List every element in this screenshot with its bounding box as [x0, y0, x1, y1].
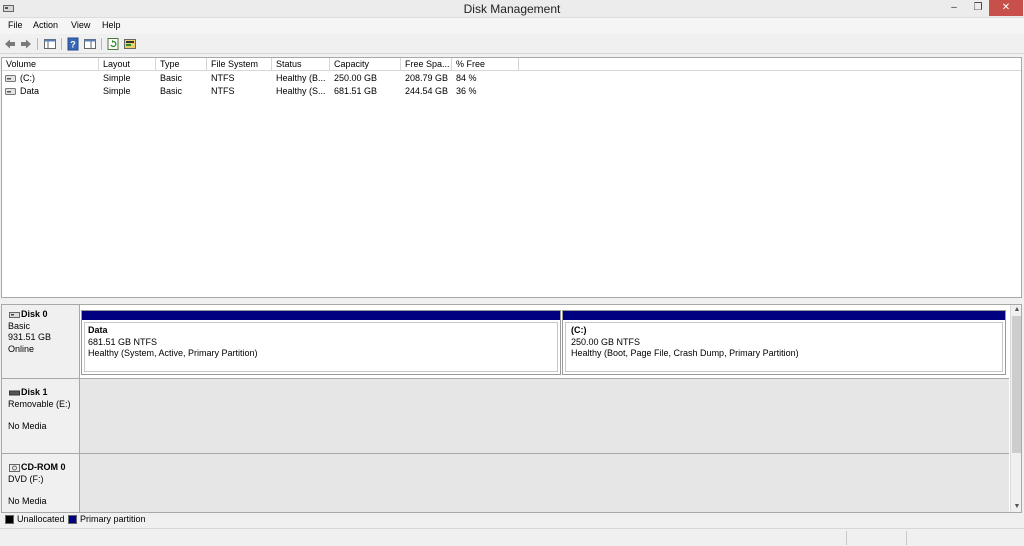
primary-partition-bar	[82, 311, 560, 320]
cdrom-0-label[interactable]: CD-ROM 0 DVD (F:) No Media	[2, 454, 80, 512]
close-button[interactable]: ✕	[989, 0, 1023, 16]
volume-list[interactable]: Volume Layout Type File System Status Ca…	[1, 57, 1022, 298]
column-header-percent-free[interactable]: % Free	[452, 58, 519, 71]
disk-view-scrollbar[interactable]: ▲ ▼	[1010, 305, 1021, 512]
window-title: Disk Management	[463, 2, 561, 16]
disk-1-name: Disk 1	[21, 387, 48, 397]
status-bar-cell	[846, 531, 906, 545]
toolbar-separator	[37, 38, 38, 50]
cdrom-0-name: CD-ROM 0	[21, 462, 66, 472]
disk-graphical-view: Disk 0 Basic 931.51 GB Online Data 681.5…	[1, 304, 1022, 513]
column-header-status[interactable]: Status	[272, 58, 330, 71]
volume-percent-free: 84 %	[456, 73, 477, 83]
volume-capacity: 250.00 GB	[334, 73, 378, 83]
column-header-layout[interactable]: Layout	[99, 58, 156, 71]
toolbar: ?	[0, 34, 1024, 54]
volume-status: Healthy (B...	[276, 73, 326, 83]
disk-1-label[interactable]: Disk 1 Removable (E:) No Media	[2, 379, 80, 453]
disk-1-state: No Media	[8, 421, 47, 431]
scroll-up-icon[interactable]: ▲	[1011, 305, 1021, 315]
title-bar: Disk Management – ❐ ✕	[0, 0, 1024, 18]
disk-0-size: 931.51 GB	[8, 332, 52, 342]
status-bar	[0, 528, 1024, 546]
refresh-icon[interactable]	[106, 37, 120, 51]
volume-name: (C:)	[20, 73, 35, 83]
column-header-free-space[interactable]: Free Spa...	[401, 58, 452, 71]
partition-name: Data	[88, 325, 108, 335]
volume-file-system: NTFS	[211, 86, 235, 96]
svg-text:?: ?	[70, 40, 76, 50]
partition-c[interactable]: (C:) 250.00 GB NTFS Healthy (Boot, Page …	[562, 310, 1006, 375]
scrollbar-thumb[interactable]	[1012, 316, 1021, 453]
column-header-capacity[interactable]: Capacity	[330, 58, 401, 71]
volume-name: Data	[20, 86, 40, 96]
volume-status: Healthy (S...	[276, 86, 326, 96]
legend-unallocated: Unallocated	[17, 514, 65, 524]
volume-row[interactable]: (C:) Simple Basic NTFS Healthy (B... 250…	[2, 72, 1021, 85]
menu-file[interactable]: File	[8, 20, 23, 30]
volume-layout: Simple	[103, 73, 131, 83]
back-icon[interactable]	[3, 37, 17, 51]
primary-partition-swatch	[68, 515, 77, 524]
partition-size: 681.51 GB NTFS	[88, 336, 158, 347]
volume-drive-icon	[5, 88, 16, 95]
hard-disk-icon	[9, 312, 20, 318]
cdrom-0-empty-area	[80, 454, 1009, 512]
disk-0-row[interactable]: Disk 0 Basic 931.51 GB Online Data 681.5…	[2, 305, 1009, 379]
removable-disk-icon	[9, 390, 20, 396]
rescan-disks-icon[interactable]	[123, 37, 137, 51]
console-tree-icon[interactable]	[43, 37, 57, 51]
help-icon[interactable]: ?	[66, 37, 80, 51]
legend: Unallocated Primary partition	[0, 513, 1024, 527]
cdrom-0-type: DVD (F:)	[8, 473, 44, 484]
partition-status: Healthy (System, Active, Primary Partiti…	[88, 348, 258, 358]
volume-free-space: 244.54 GB	[405, 86, 449, 96]
cd-rom-icon	[9, 464, 20, 472]
volume-capacity: 681.51 GB	[334, 86, 378, 96]
partition-data[interactable]: Data 681.51 GB NTFS Healthy (System, Act…	[81, 310, 561, 375]
volume-drive-icon	[5, 75, 16, 82]
disk-0-label[interactable]: Disk 0 Basic 931.51 GB Online	[2, 305, 80, 378]
status-bar-cell	[906, 531, 966, 545]
volume-type: Basic	[160, 86, 183, 96]
forward-icon[interactable]	[19, 37, 33, 51]
volume-free-space: 208.79 GB	[405, 73, 449, 83]
partition-name: (C:)	[571, 325, 587, 335]
toolbar-separator	[101, 38, 102, 50]
primary-partition-bar	[563, 311, 1005, 320]
volume-percent-free: 36 %	[456, 86, 477, 96]
volume-type: Basic	[160, 73, 183, 83]
menu-help[interactable]: Help	[102, 20, 121, 30]
properties-icon[interactable]	[83, 37, 97, 51]
volume-row[interactable]: Data Simple Basic NTFS Healthy (S... 681…	[2, 85, 1021, 98]
volume-list-header: Volume Layout Type File System Status Ca…	[2, 58, 1021, 71]
scroll-down-icon[interactable]: ▼	[1011, 502, 1021, 512]
partition-status: Healthy (Boot, Page File, Crash Dump, Pr…	[571, 348, 799, 358]
disk-1-row[interactable]: Disk 1 Removable (E:) No Media	[2, 379, 1009, 454]
column-header-type[interactable]: Type	[156, 58, 207, 71]
toolbar-separator	[61, 38, 62, 50]
menu-action[interactable]: Action	[33, 20, 58, 30]
disk-0-name: Disk 0	[21, 309, 48, 319]
cdrom-0-state: No Media	[8, 496, 47, 506]
restore-button[interactable]: ❐	[967, 0, 989, 16]
unallocated-swatch	[5, 515, 14, 524]
menu-view[interactable]: View	[71, 20, 90, 30]
disk-0-type: Basic	[8, 320, 31, 331]
disk-0-state: Online	[8, 343, 35, 354]
disk-1-empty-area	[80, 379, 1009, 453]
volume-layout: Simple	[103, 86, 131, 96]
column-header-file-system[interactable]: File System	[207, 58, 272, 71]
menu-bar: File Action View Help	[0, 18, 1024, 34]
cdrom-0-row[interactable]: CD-ROM 0 DVD (F:) No Media	[2, 454, 1009, 512]
disk-1-type: Removable (E:)	[8, 398, 71, 409]
legend-primary-partition: Primary partition	[80, 514, 146, 524]
partition-size: 250.00 GB NTFS	[571, 336, 641, 347]
minimize-button[interactable]: –	[941, 0, 967, 16]
volume-file-system: NTFS	[211, 73, 235, 83]
column-header-volume[interactable]: Volume	[2, 58, 99, 71]
